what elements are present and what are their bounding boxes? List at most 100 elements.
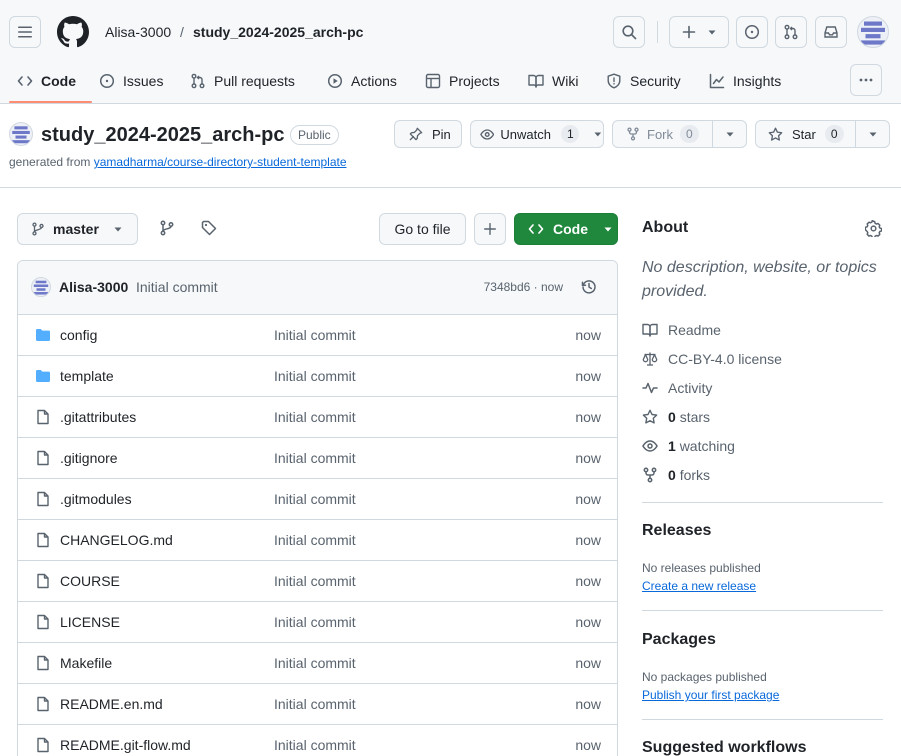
menu-button[interactable] [9,16,41,48]
file-name-link[interactable]: README.git-flow.md [60,737,191,753]
file-name-link[interactable]: .gitignore [60,450,118,466]
file-row[interactable]: CHANGELOG.md Initial commit now [18,519,617,560]
activity-link[interactable]: Activity [642,378,712,398]
file-row[interactable]: .gitignore Initial commit now [18,437,617,478]
issues-button[interactable] [736,16,768,48]
file-commit-message[interactable]: Initial commit [274,368,356,384]
repo-forked-icon [627,127,639,141]
file-name-link[interactable]: .gitattributes [60,409,136,425]
play-icon [327,73,343,89]
more-tabs-button[interactable] [850,64,882,96]
tab-actions[interactable]: Actions [327,66,397,96]
file-name-link[interactable]: Makefile [60,655,112,671]
file-row[interactable]: README.en.md Initial commit now [18,683,617,724]
file-row[interactable]: LICENSE Initial commit now [18,601,617,642]
folder-icon [35,368,51,384]
file-commit-message[interactable]: Initial commit [274,532,356,548]
file-row[interactable]: template Initial commit now [18,355,617,396]
file-name-link[interactable]: .gitmodules [60,491,132,507]
fork-dropdown[interactable] [713,121,746,147]
suggested-workflows-heading: Suggested workflows [642,739,807,756]
tab-pull-requests[interactable]: Pull requests [190,66,295,96]
file-icon [35,696,51,712]
history-button[interactable] [581,279,597,295]
file-commit-time: now [575,409,601,425]
tab-projects[interactable]: Projects [425,66,500,96]
tab-code[interactable]: Code [17,66,76,96]
file-name-link[interactable]: README.en.md [60,696,163,712]
file-commit-message[interactable]: Initial commit [274,409,356,425]
file-row[interactable]: Makefile Initial commit now [18,642,617,683]
code-icon [528,224,544,234]
file-row[interactable]: .gitmodules Initial commit now [18,478,617,519]
tab-issues[interactable]: Issues [99,66,163,96]
file-commit-message[interactable]: Initial commit [274,655,356,671]
commit-author[interactable]: Alisa-3000 [59,279,128,295]
packages-heading[interactable]: Packages [642,631,716,649]
fork-button[interactable]: Fork 0 [613,121,712,147]
file-icon [35,573,51,589]
file-commit-message[interactable]: Initial commit [274,491,356,507]
commit-author-avatar[interactable] [31,277,51,297]
tab-security[interactable]: Security [606,66,681,96]
search-button[interactable] [613,16,645,48]
inbox-button[interactable] [815,16,847,48]
add-file-button[interactable] [474,213,506,245]
tab-wiki[interactable]: Wiki [528,66,578,96]
releases-heading[interactable]: Releases [642,522,711,540]
stars-link[interactable]: 0 stars [642,407,710,427]
unwatch-button[interactable]: Unwatch 1 [470,120,604,148]
header-divider [657,21,658,43]
sidebar-divider [642,502,883,503]
file-row[interactable]: config Initial commit now [18,314,617,355]
about-settings-button[interactable] [865,220,882,237]
license-link[interactable]: CC-BY-4.0 license [642,349,782,369]
create-new-button[interactable] [669,16,729,48]
search-icon [622,25,637,40]
file-name-link[interactable]: COURSE [60,573,120,589]
pin-button[interactable]: Pin [394,120,462,148]
pull-requests-button[interactable] [775,16,807,48]
identicon-icon [861,21,885,45]
commit-meta[interactable]: 7348bd6 · now [484,280,563,294]
file-row[interactable]: README.git-flow.md Initial commit now [18,724,617,756]
file-commit-message[interactable]: Initial commit [274,696,356,712]
forks-count: 0 [668,467,676,483]
file-name-link[interactable]: CHANGELOG.md [60,532,173,548]
create-release-link[interactable]: Create a new release [642,579,756,593]
file-commit-message[interactable]: Initial commit [274,614,356,630]
file-name-link[interactable]: LICENSE [60,614,120,630]
plus-icon [682,25,696,39]
file-commit-message[interactable]: Initial commit [274,327,356,343]
repo-title[interactable]: study_2024-2025_arch-pc [41,123,284,147]
user-avatar[interactable] [857,16,889,48]
kebab-horizontal-icon [859,78,873,82]
file-row[interactable]: COURSE Initial commit now [18,560,617,601]
file-commit-message[interactable]: Initial commit [274,450,356,466]
publish-package-link[interactable]: Publish your first package [642,688,779,702]
file-name-link[interactable]: template [60,368,114,384]
watching-link[interactable]: 1 watching [642,436,735,456]
code-dropdown-button[interactable]: Code [514,213,618,245]
commit-message[interactable]: Initial commit [136,279,218,295]
branches-button[interactable] [152,213,182,243]
star-dropdown[interactable] [856,121,889,147]
tab-insights[interactable]: Insights [709,66,781,96]
go-to-file-button[interactable]: Go to file [379,213,466,245]
breadcrumb-owner[interactable]: Alisa-3000 [105,23,171,41]
branch-selector[interactable]: master [17,213,138,245]
license-label: CC-BY-4.0 license [668,351,782,367]
file-commit-message[interactable]: Initial commit [274,737,356,753]
tags-button[interactable] [194,213,224,243]
history-icon [581,280,596,294]
file-commit-message[interactable]: Initial commit [274,573,356,589]
file-name-link[interactable]: config [60,327,97,343]
star-button[interactable]: Star 0 [756,121,855,147]
readme-link[interactable]: Readme [642,320,721,340]
forks-link[interactable]: 0 forks [642,465,710,485]
file-row[interactable]: .gitattributes Initial commit now [18,396,617,437]
github-logo-icon[interactable] [57,16,89,48]
template-repo-link[interactable]: yamadharma/course-directory-student-temp… [94,155,347,169]
repo-owner-avatar[interactable] [9,122,33,146]
breadcrumb-repo[interactable]: study_2024-2025_arch-pc [193,23,363,41]
